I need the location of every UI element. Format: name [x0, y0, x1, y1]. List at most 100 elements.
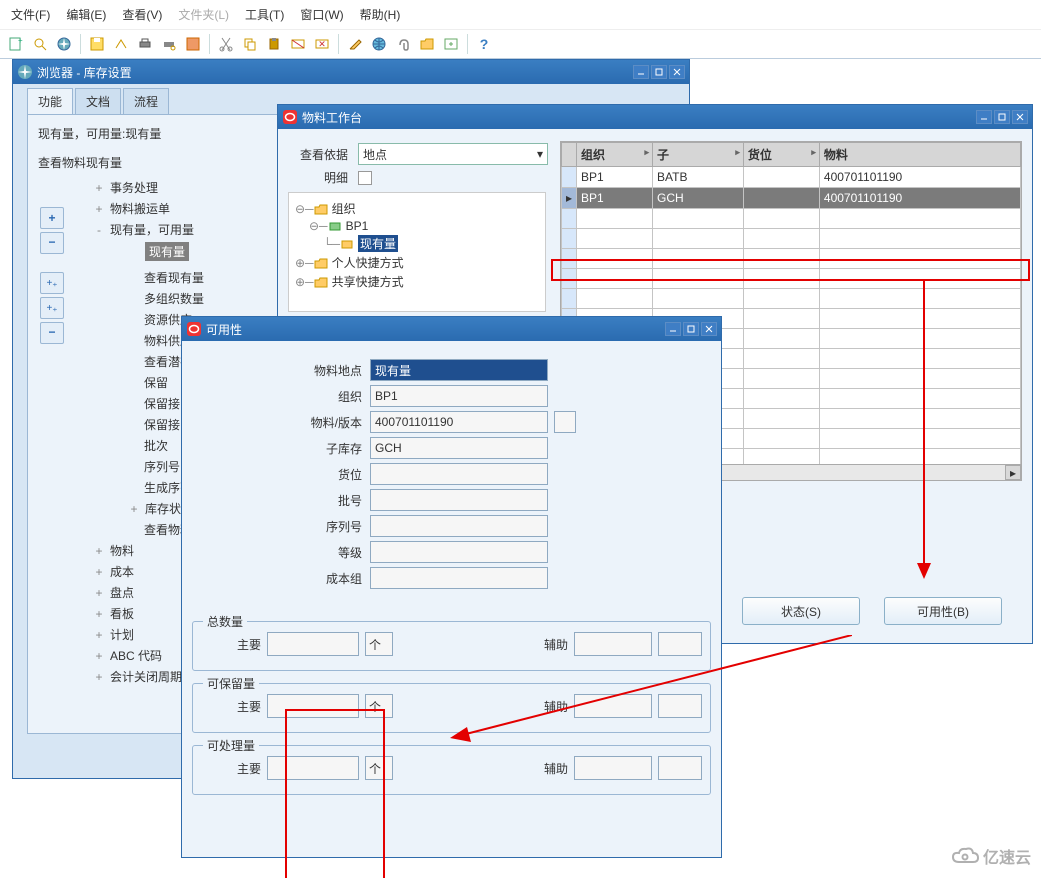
tree-expandall-button[interactable]: +₊	[40, 272, 64, 294]
cloud-icon	[951, 846, 979, 866]
availability-button[interactable]: 可用性(B)	[884, 597, 1002, 625]
field-label: 成本组	[192, 570, 362, 587]
help-icon[interactable]: ?	[474, 34, 494, 54]
main-input[interactable]	[267, 632, 359, 656]
scroll-right-icon[interactable]: ▸	[1005, 465, 1021, 480]
menu-help[interactable]: 帮助(H)	[353, 2, 408, 27]
field-input[interactable]	[370, 567, 548, 589]
setup-icon[interactable]	[183, 34, 203, 54]
field-label: 货位	[192, 466, 362, 483]
svg-text:−: −	[48, 237, 55, 249]
field-input[interactable]	[370, 489, 548, 511]
browser-title: 浏览器 - 库存设置	[37, 64, 631, 81]
field-input[interactable]	[370, 515, 548, 537]
step-icon[interactable]	[111, 34, 131, 54]
close-button[interactable]	[1012, 110, 1028, 124]
field-input[interactable]	[370, 541, 548, 563]
material-titlebar[interactable]: 物料工作台	[278, 105, 1032, 129]
field-input[interactable]	[370, 463, 548, 485]
main-input[interactable]	[267, 694, 359, 718]
menu-folder: 文件夹(L)	[171, 2, 236, 27]
tree-collapse-button[interactable]: −	[40, 232, 64, 254]
menu-view[interactable]: 查看(V)	[115, 2, 169, 27]
tree-expandbranch-button[interactable]: +₊	[40, 297, 64, 319]
delete-record-icon[interactable]: ✕	[312, 34, 332, 54]
unit-field: 个	[365, 694, 393, 718]
oracle-icon	[186, 321, 202, 337]
table-row[interactable]: ▸ BP1 GCH 400701101190	[562, 188, 1021, 209]
main-label: 主要	[201, 698, 261, 715]
table-row[interactable]: BP1 BATB 400701101190	[562, 167, 1021, 188]
mat-tree-personal: 个人快捷方式	[332, 254, 404, 271]
attach-icon[interactable]	[393, 34, 413, 54]
browser-titlebar[interactable]: 浏览器 - 库存设置	[13, 60, 689, 84]
material-tree[interactable]: ⊖─组织 ⊖─BP1 └─现有量 ⊕─个人快捷方式 ⊕─共享快捷方式	[288, 192, 546, 312]
aux-input[interactable]	[574, 694, 652, 718]
availability-titlebar[interactable]: 可用性	[182, 317, 721, 341]
tab-function[interactable]: 功能	[27, 88, 73, 114]
group-legend: 可保留量	[203, 675, 259, 692]
tab-workflow[interactable]: 流程	[123, 88, 169, 114]
cut-icon[interactable]	[216, 34, 236, 54]
folder-icon	[314, 276, 328, 288]
find-icon[interactable]	[30, 34, 50, 54]
print-icon[interactable]	[135, 34, 155, 54]
folder-icon	[314, 203, 328, 215]
main-input[interactable]	[267, 756, 359, 780]
print-preview-icon[interactable]	[159, 34, 179, 54]
detail-checkbox[interactable]	[358, 171, 372, 185]
zoom-icon[interactable]	[441, 34, 461, 54]
aux-label: 辅助	[532, 760, 568, 777]
maximize-button[interactable]	[683, 322, 699, 336]
mat-tree-org: 组织	[332, 200, 356, 217]
aux-input[interactable]	[574, 756, 652, 780]
status-button[interactable]: 状态(S)	[742, 597, 860, 625]
tab-document[interactable]: 文档	[75, 88, 121, 114]
detail-label: 明细	[288, 169, 348, 186]
edit-field-icon[interactable]	[345, 34, 365, 54]
folder-tools-icon[interactable]	[417, 34, 437, 54]
aux-input[interactable]	[574, 632, 652, 656]
field-label: 物料/版本	[192, 414, 362, 431]
aux-unit-input[interactable]	[658, 632, 702, 656]
paste-icon[interactable]	[264, 34, 284, 54]
menu-edit[interactable]: 编辑(E)	[59, 2, 113, 27]
maximize-button[interactable]	[994, 110, 1010, 124]
tree-collapseall-button[interactable]: −	[40, 322, 64, 344]
translate-icon[interactable]	[369, 34, 389, 54]
field-input[interactable]: GCH	[370, 437, 548, 459]
minimize-button[interactable]	[633, 65, 649, 79]
minimize-button[interactable]	[665, 322, 681, 336]
svg-text:✕: ✕	[318, 39, 326, 49]
menu-tools[interactable]: 工具(T)	[238, 2, 291, 27]
minimize-button[interactable]	[976, 110, 992, 124]
aux-unit-input[interactable]	[658, 756, 702, 780]
menu-window[interactable]: 窗口(W)	[293, 2, 350, 27]
main-toolbar: + ✕ ?	[0, 30, 1041, 59]
availability-window: 可用性 物料地点现有量组织BP1物料/版本400701101190子库存GCH货…	[181, 316, 722, 858]
maximize-button[interactable]	[651, 65, 667, 79]
copy-icon[interactable]	[240, 34, 260, 54]
aux-label: 辅助	[532, 636, 568, 653]
aux-label: 辅助	[532, 698, 568, 715]
svg-text:+: +	[18, 36, 23, 45]
field-input[interactable]: 400701101190	[370, 411, 548, 433]
col-sub: 子	[657, 148, 669, 162]
close-button[interactable]	[669, 65, 685, 79]
col-mat: 物料	[824, 148, 848, 162]
clear-record-icon[interactable]	[288, 34, 308, 54]
mat-tree-bp1: BP1	[346, 219, 369, 233]
field-input[interactable]: 现有量	[370, 359, 548, 381]
field-label: 序列号	[192, 518, 362, 535]
tree-expand-button[interactable]: +	[40, 207, 64, 229]
nav-icon[interactable]	[54, 34, 74, 54]
save-icon[interactable]	[87, 34, 107, 54]
field-extra[interactable]	[554, 411, 576, 433]
close-button[interactable]	[701, 322, 717, 336]
aux-unit-input[interactable]	[658, 694, 702, 718]
new-icon[interactable]: +	[6, 34, 26, 54]
menu-file[interactable]: 文件(F)	[4, 2, 57, 27]
field-label: 等级	[192, 544, 362, 561]
field-input[interactable]: BP1	[370, 385, 548, 407]
viewby-dropdown[interactable]: 地点 ▾	[358, 143, 548, 165]
